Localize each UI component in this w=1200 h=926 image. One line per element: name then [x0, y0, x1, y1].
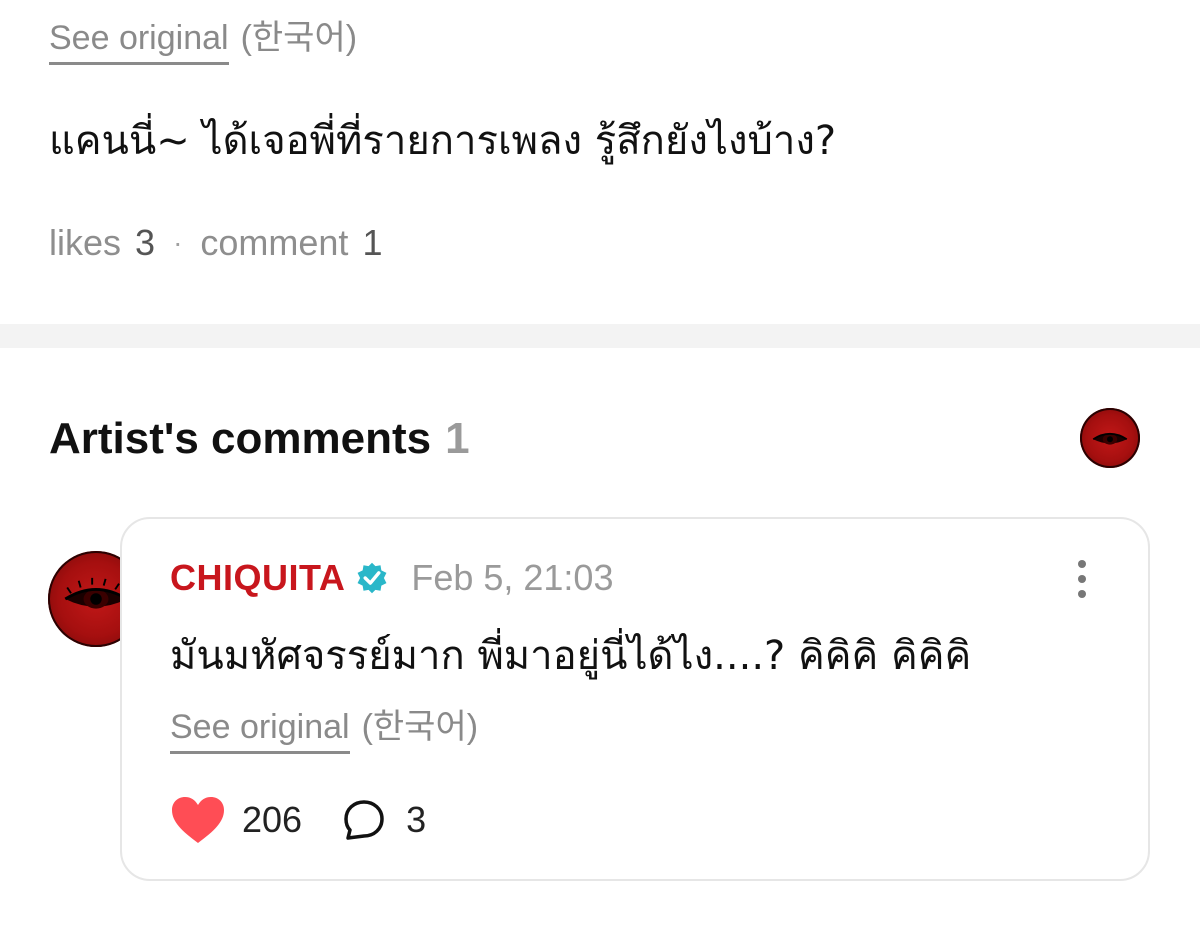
eye-graphic-icon [1092, 432, 1128, 445]
likes-count: 3 [135, 222, 156, 263]
artist-comments-heading: Artist's comments 1 [49, 414, 470, 464]
post-section: See original (한국어) แคนนี่~ ได้เจอพี่ที่ร… [0, 0, 1200, 324]
comment-text: มันมหัศจรรย์มาก พี่มาอยู่นี่ได้ไง....? ค… [170, 633, 972, 679]
reply-count: 3 [406, 799, 427, 840]
language-label: (한국어) [361, 708, 479, 746]
heart-icon[interactable] [170, 795, 226, 845]
post-text: แคนนี่~ ได้เจอพี่ที่รายการเพลง รู้สึกยัง… [49, 118, 837, 164]
see-original-link[interactable]: See original [49, 19, 229, 65]
comment-actions: 206 3 [170, 795, 426, 845]
comment-timestamp: Feb 5, 21:03 [411, 557, 614, 598]
artist-comments-count: 1 [445, 414, 470, 463]
stats-separator: · [173, 227, 183, 258]
see-original-row: See original (한국어) [49, 10, 357, 65]
comment-header: CHIQUITA Feb 5, 21:03 [170, 557, 613, 599]
artist-avatar-small[interactable] [1080, 408, 1140, 468]
comment-label[interactable]: comment [200, 222, 348, 264]
author-name[interactable]: CHIQUITA [170, 557, 345, 599]
language-label: (한국어) [240, 19, 358, 57]
likes-label[interactable]: likes [49, 222, 121, 264]
see-original-link[interactable]: See original [170, 708, 350, 754]
like-count: 206 [242, 799, 303, 840]
artist-comments-title: Artist's comments [49, 414, 432, 463]
artist-comment-card: CHIQUITA Feb 5, 21:03 มันมหัศจรรย์มาก พี… [120, 517, 1150, 881]
verified-badge-icon [357, 562, 387, 594]
post-stats: likes 3 · comment 1 [49, 222, 382, 264]
more-options-icon[interactable] [1074, 559, 1090, 599]
see-original-row: See original (한국어) [170, 699, 478, 754]
comment-count: 1 [362, 222, 383, 263]
comment-bubble-icon[interactable] [342, 798, 386, 842]
section-divider [0, 324, 1200, 348]
